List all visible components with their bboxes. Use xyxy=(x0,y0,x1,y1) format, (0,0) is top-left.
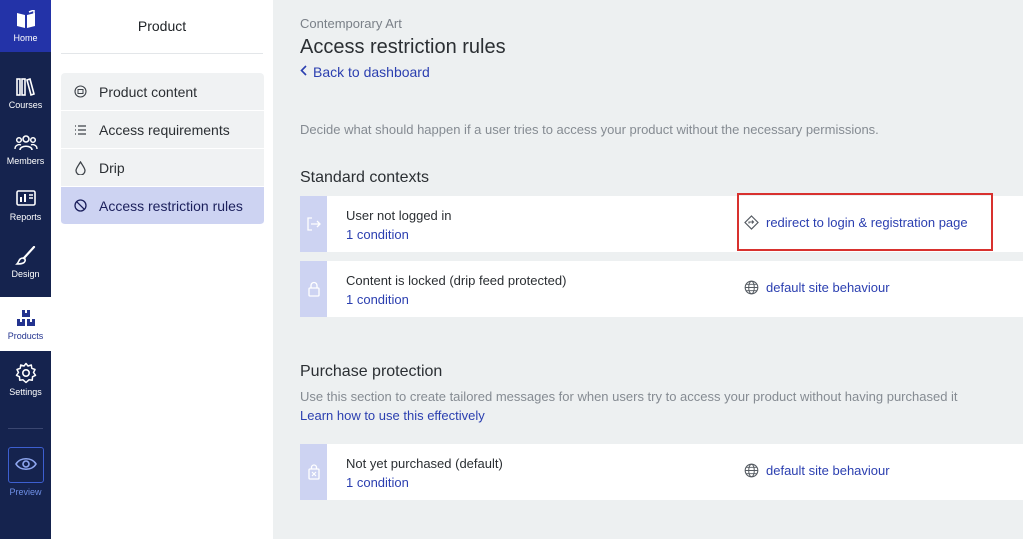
rule-condition-link[interactable]: 1 condition xyxy=(346,292,409,307)
rule-action-link[interactable]: default site behaviour xyxy=(744,463,890,478)
rail-preview-label: Preview xyxy=(9,487,42,497)
breadcrumb[interactable]: Contemporary Art xyxy=(300,16,402,31)
purchase-protection-heading: Purchase protection xyxy=(300,363,443,380)
chevron-left-icon xyxy=(300,65,307,79)
block-icon xyxy=(73,199,87,213)
highlight-box xyxy=(737,193,993,251)
login-icon xyxy=(300,196,327,252)
gear-icon xyxy=(15,362,36,383)
subnav-item-access-restriction-rules[interactable]: Access restriction rules xyxy=(61,187,264,225)
rule-action-label: default site behaviour xyxy=(766,463,890,478)
rail-courses[interactable]: Courses xyxy=(0,66,51,120)
subnav-item-label: Access requirements xyxy=(99,121,230,138)
rail-home-label: Home xyxy=(13,32,38,43)
people-icon xyxy=(13,134,38,150)
subnav-divider xyxy=(61,53,263,54)
rail-courses-label: Courses xyxy=(8,99,43,110)
rail-design[interactable]: Design xyxy=(0,235,51,289)
globe-icon xyxy=(744,463,759,478)
subnav-item-drip[interactable]: Drip xyxy=(61,149,264,187)
subnav-item-access-requirements[interactable]: Access requirements xyxy=(61,111,264,149)
main-content: Contemporary Art Access restriction rule… xyxy=(273,0,1023,539)
learn-how-link[interactable]: Learn how to use this effectively xyxy=(300,408,485,423)
subnav-item-product-content[interactable]: Product content xyxy=(61,73,264,111)
back-to-dashboard-link[interactable]: Back to dashboard xyxy=(300,64,430,80)
rail-divider xyxy=(8,428,43,429)
rule-row-not-yet-purchased[interactable]: Not yet purchased (default) 1 condition … xyxy=(300,444,1023,500)
intro-text: Decide what should happen if a user trie… xyxy=(300,122,879,137)
checklist-icon xyxy=(73,123,87,137)
page-title: Access restriction rules xyxy=(300,36,506,58)
rail-members-label: Members xyxy=(6,155,45,166)
subnav-item-label: Product content xyxy=(99,83,198,100)
boxes-icon xyxy=(16,309,35,326)
back-label: Back to dashboard xyxy=(313,64,430,80)
library-icon xyxy=(15,77,35,96)
rule-name: Not yet purchased (default) xyxy=(346,456,503,471)
lock-icon xyxy=(300,261,327,317)
rail-members[interactable]: Members xyxy=(0,122,51,176)
purchase-protection-description: Use this section to create tailored mess… xyxy=(300,389,958,404)
box-icon xyxy=(73,85,87,99)
rail-design-label: Design xyxy=(11,268,40,279)
rule-action-label: default site behaviour xyxy=(766,280,890,295)
rail-preview[interactable]: Preview xyxy=(0,440,51,504)
rail-home[interactable]: Home xyxy=(0,0,51,52)
standard-contexts-heading: Standard contexts xyxy=(300,169,429,186)
rule-name: User not logged in xyxy=(346,208,452,223)
drop-icon xyxy=(73,160,87,175)
rail-products-label: Products xyxy=(7,330,44,341)
brush-icon xyxy=(14,245,35,265)
globe-icon xyxy=(744,280,759,295)
left-rail: Home Courses Members Reports Design Prod… xyxy=(0,0,51,539)
rail-settings[interactable]: Settings xyxy=(0,352,51,406)
rail-settings-label: Settings xyxy=(9,386,42,397)
rule-action-link[interactable]: default site behaviour xyxy=(744,280,890,295)
report-icon xyxy=(15,189,36,206)
book-icon xyxy=(16,9,35,28)
subnav-title: Product xyxy=(137,18,187,34)
subnav-item-label: Drip xyxy=(99,159,125,176)
product-subnav: Product Product content Access requireme… xyxy=(51,0,273,539)
subnav-list: Product content Access requirements Drip… xyxy=(61,73,264,225)
rule-row-content-locked[interactable]: Content is locked (drip feed protected) … xyxy=(300,261,1023,317)
rail-reports-label: Reports xyxy=(9,211,42,222)
rail-products[interactable]: Products xyxy=(0,297,51,351)
rule-condition-link[interactable]: 1 condition xyxy=(346,475,409,490)
subnav-item-label: Access restriction rules xyxy=(99,197,243,214)
bag-icon xyxy=(300,444,327,500)
rail-reports[interactable]: Reports xyxy=(0,178,51,232)
rule-name: Content is locked (drip feed protected) xyxy=(346,273,567,288)
rule-condition-link[interactable]: 1 condition xyxy=(346,227,409,242)
eye-icon xyxy=(14,457,37,470)
preview-frame xyxy=(7,447,44,483)
